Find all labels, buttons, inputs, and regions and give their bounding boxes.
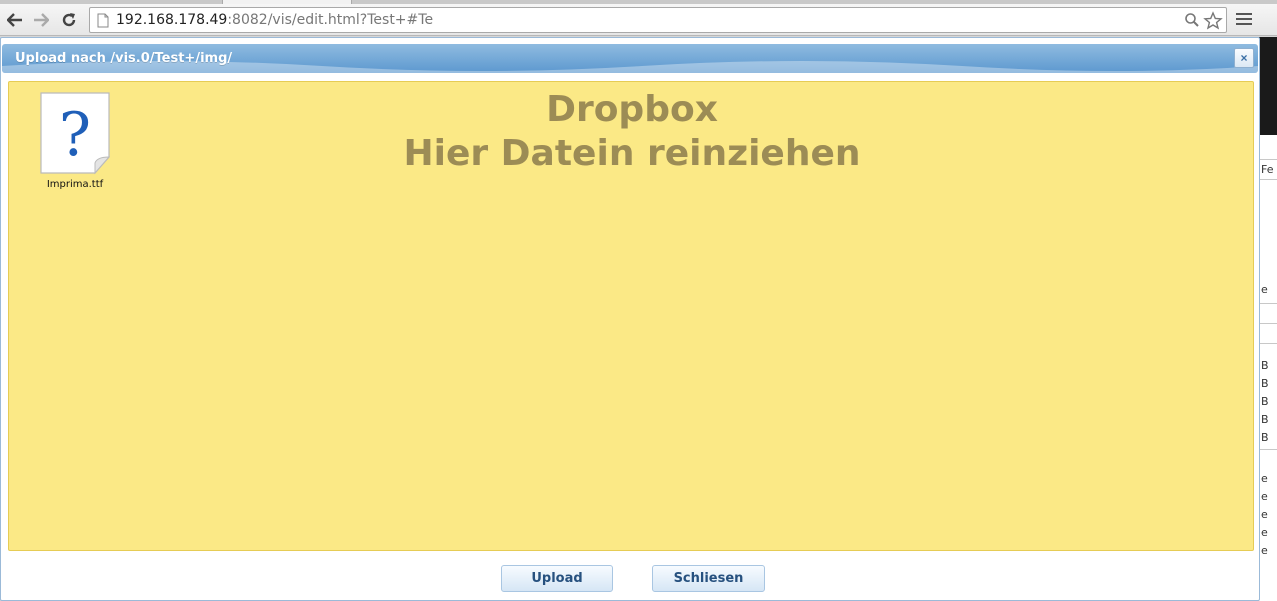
- browser-menu-button[interactable]: [1236, 13, 1252, 27]
- forward-button[interactable]: [30, 9, 52, 31]
- close-button[interactable]: Schliesen: [652, 565, 765, 592]
- menu-icon: [1236, 13, 1252, 15]
- page-icon: [97, 13, 109, 28]
- file-item[interactable]: ? Imprima.ttf: [37, 91, 113, 190]
- back-arrow-icon: [7, 13, 22, 27]
- svg-text:?: ?: [59, 100, 91, 170]
- reload-button[interactable]: [58, 9, 80, 31]
- dropzone-title: Dropbox Hier Datein reinziehen: [9, 88, 1255, 176]
- background-cell: Fe: [1261, 163, 1274, 176]
- close-icon: ×: [1240, 51, 1248, 65]
- background-cell: e: [1261, 472, 1268, 485]
- background-cell: e: [1261, 283, 1268, 296]
- dialog-title: Upload nach /vis.0/Test+/img/: [15, 51, 233, 66]
- dropzone-title-line2: Hier Datein reinziehen: [403, 133, 861, 174]
- background-cell: e: [1261, 526, 1268, 539]
- background-cell: B: [1261, 431, 1269, 444]
- background-cell: B: [1261, 413, 1269, 426]
- dropzone-title-line1: Dropbox: [546, 89, 718, 130]
- address-bar[interactable]: 192.168.178.49:8082/vis/edit.html?Test+#…: [89, 7, 1227, 33]
- forward-arrow-icon: [34, 13, 49, 27]
- reload-icon: [62, 13, 76, 27]
- upload-button[interactable]: Upload: [501, 565, 613, 592]
- background-cell: e: [1261, 508, 1268, 521]
- zoom-icon: [1185, 13, 1199, 27]
- background-cell: e: [1261, 490, 1268, 503]
- background-cell: B: [1261, 359, 1269, 372]
- background-dark-panel: [1259, 37, 1277, 135]
- file-name: Imprima.ttf: [46, 179, 104, 190]
- back-button[interactable]: [4, 9, 26, 31]
- dialog-titlebar[interactable]: Upload nach /vis.0/Test+/img/: [2, 44, 1258, 73]
- dialog-close-button[interactable]: ×: [1234, 48, 1254, 68]
- background-cell: B: [1261, 377, 1269, 390]
- bookmark-star-icon: [1203, 11, 1223, 30]
- upload-dialog: Upload nach /vis.0/Test+/img/ × Dropbox …: [0, 37, 1260, 601]
- dropzone[interactable]: Dropbox Hier Datein reinziehen ? Imprima…: [8, 81, 1254, 551]
- browser-toolbar: 192.168.178.49:8082/vis/edit.html?Test+#…: [0, 4, 1277, 36]
- background-cell: B: [1261, 395, 1269, 408]
- url-text[interactable]: 192.168.178.49:8082/vis/edit.html?Test+#…: [116, 12, 433, 28]
- background-cell: e: [1261, 544, 1268, 557]
- unknown-file-icon: ?: [40, 92, 111, 175]
- background-app-strip: Fe e B B B B B e e e e e: [1258, 37, 1277, 601]
